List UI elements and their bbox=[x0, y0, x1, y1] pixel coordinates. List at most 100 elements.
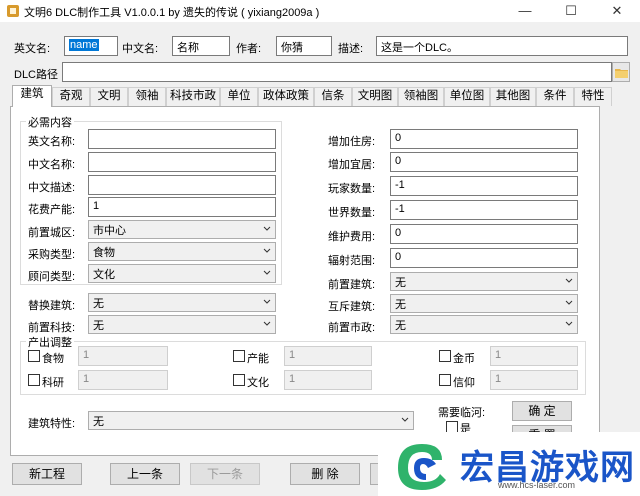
cn-desc-field[interactable] bbox=[88, 175, 276, 195]
chevron-down-icon bbox=[263, 299, 271, 304]
tab-unit-images[interactable]: 单位图 bbox=[444, 87, 490, 106]
min-players-label: 玩家数量: bbox=[328, 183, 376, 195]
required-group-title: 必需内容 bbox=[26, 114, 74, 130]
desc-label: 描述: bbox=[338, 43, 364, 55]
dlc-path-input[interactable] bbox=[62, 62, 612, 82]
maintenance-label: 维护费用: bbox=[328, 231, 376, 243]
tab-tech-civics[interactable]: 科技市政 bbox=[166, 87, 220, 106]
window-title: 文明6 DLC制作工具 V1.0.0.1 by 遗失的传说 ( yixiang2… bbox=[24, 7, 320, 19]
dlc-path-label: DLC路径 bbox=[14, 69, 59, 81]
pre-district-label: 前置城区: bbox=[28, 227, 76, 239]
chevron-down-icon bbox=[263, 321, 271, 326]
production-label: 产能 bbox=[247, 353, 269, 365]
food-label: 食物 bbox=[42, 353, 64, 365]
min-players-field[interactable]: -1 bbox=[390, 176, 578, 196]
maintenance-field[interactable]: 0 bbox=[390, 224, 578, 244]
chevron-down-icon bbox=[263, 248, 271, 253]
tab-governments[interactable]: 政体政策 bbox=[258, 87, 314, 106]
confirm-button[interactable]: 确 定 bbox=[512, 401, 572, 421]
watermark-overlay: 宏昌游戏网 www.hcs-laser.com bbox=[378, 432, 640, 496]
pre-civic-select[interactable]: 无 bbox=[390, 315, 578, 334]
pre-tech-value: 无 bbox=[93, 320, 104, 332]
tab-beliefs[interactable]: 信条 bbox=[314, 87, 352, 106]
close-button[interactable]: ✕ bbox=[594, 0, 640, 22]
chevron-down-icon bbox=[263, 270, 271, 275]
chevron-down-icon bbox=[263, 226, 271, 231]
replace-select[interactable]: 无 bbox=[88, 293, 276, 312]
desc-input[interactable]: 这是一个DLC。 bbox=[376, 36, 628, 56]
mutex-select[interactable]: 无 bbox=[390, 294, 578, 313]
tab-civilizations[interactable]: 文明 bbox=[90, 87, 128, 106]
cn-name-input[interactable]: 名称 bbox=[172, 36, 230, 56]
delete-button[interactable]: 删 除 bbox=[290, 463, 360, 485]
eng-name-field[interactable] bbox=[88, 129, 276, 149]
science-label: 科研 bbox=[42, 377, 64, 389]
cn-name-field[interactable] bbox=[88, 152, 276, 172]
eng-name-value: name bbox=[69, 39, 99, 51]
culture-checkbox[interactable] bbox=[233, 374, 245, 386]
new-project-button[interactable]: 新工程 bbox=[12, 463, 82, 485]
pre-tech-label: 前置科技: bbox=[28, 322, 76, 334]
production-field[interactable]: 1 bbox=[284, 346, 372, 366]
world-players-label: 世界数量: bbox=[328, 207, 376, 219]
faith-label: 信仰 bbox=[453, 377, 475, 389]
tab-other-images[interactable]: 其他图 bbox=[490, 87, 536, 106]
advisor-label: 顾问类型: bbox=[28, 271, 76, 283]
feature-select[interactable]: 无 bbox=[88, 411, 414, 430]
pre-tech-select[interactable]: 无 bbox=[88, 315, 276, 334]
radius-field[interactable]: 0 bbox=[390, 248, 578, 268]
tab-buildings[interactable]: 建筑 bbox=[12, 85, 52, 107]
advisor-select[interactable]: 文化 bbox=[88, 264, 276, 283]
cn-name-label: 中文名: bbox=[122, 43, 159, 55]
pre-building-label: 前置建筑: bbox=[328, 279, 376, 291]
gold-checkbox[interactable] bbox=[439, 350, 451, 362]
cost-label: 花费产能: bbox=[28, 204, 76, 216]
author-label: 作者: bbox=[236, 43, 262, 55]
browse-folder-button[interactable] bbox=[612, 62, 630, 82]
feature-value: 无 bbox=[93, 416, 104, 428]
tab-units[interactable]: 单位 bbox=[220, 87, 258, 106]
faith-field[interactable]: 1 bbox=[490, 370, 578, 390]
mutex-value: 无 bbox=[395, 299, 406, 311]
pre-district-value: 市中心 bbox=[93, 225, 126, 237]
culture-field[interactable]: 1 bbox=[284, 370, 372, 390]
amenity-field[interactable]: 0 bbox=[390, 152, 578, 172]
housing-label: 增加住房: bbox=[328, 136, 376, 148]
tab-conditions[interactable]: 条件 bbox=[536, 87, 574, 106]
advisor-value: 文化 bbox=[93, 269, 115, 281]
science-field[interactable]: 1 bbox=[78, 370, 168, 390]
food-checkbox[interactable] bbox=[28, 350, 40, 362]
tab-leaders[interactable]: 领袖 bbox=[128, 87, 166, 106]
production-checkbox[interactable] bbox=[233, 350, 245, 362]
food-field[interactable]: 1 bbox=[78, 346, 168, 366]
world-players-field[interactable]: -1 bbox=[390, 200, 578, 220]
tab-civ-images[interactable]: 文明图 bbox=[352, 87, 398, 106]
science-checkbox[interactable] bbox=[28, 374, 40, 386]
pre-civic-label: 前置市政: bbox=[328, 322, 376, 334]
minimize-button[interactable]: — bbox=[502, 0, 548, 22]
chevron-down-icon bbox=[401, 417, 409, 422]
faith-checkbox[interactable] bbox=[439, 374, 451, 386]
pre-building-select[interactable]: 无 bbox=[390, 272, 578, 291]
gold-field[interactable]: 1 bbox=[490, 346, 578, 366]
prev-button[interactable]: 上一条 bbox=[110, 463, 180, 485]
tab-wonders[interactable]: 奇观 bbox=[52, 87, 90, 106]
cost-field[interactable]: 1 bbox=[88, 197, 276, 217]
housing-field[interactable]: 0 bbox=[390, 129, 578, 149]
pre-building-value: 无 bbox=[395, 277, 406, 289]
eng-name-label: 英文名: bbox=[14, 43, 51, 55]
maximize-button[interactable]: ☐ bbox=[548, 0, 594, 22]
purchase-label: 采购类型: bbox=[28, 249, 76, 261]
eng-name-input[interactable]: name bbox=[64, 36, 118, 56]
next-button[interactable]: 下一条 bbox=[190, 463, 260, 485]
cn-name-label-2: 中文名称: bbox=[28, 159, 76, 171]
purchase-select[interactable]: 食物 bbox=[88, 242, 276, 261]
pre-district-select[interactable]: 市中心 bbox=[88, 220, 276, 239]
folder-icon bbox=[615, 69, 628, 78]
author-input[interactable]: 你猜 bbox=[276, 36, 332, 56]
chevron-down-icon bbox=[565, 278, 573, 283]
chevron-down-icon bbox=[565, 300, 573, 305]
tab-leader-images[interactable]: 领袖图 bbox=[398, 87, 444, 106]
chevron-down-icon bbox=[565, 321, 573, 326]
tab-traits[interactable]: 特性 bbox=[574, 87, 612, 106]
